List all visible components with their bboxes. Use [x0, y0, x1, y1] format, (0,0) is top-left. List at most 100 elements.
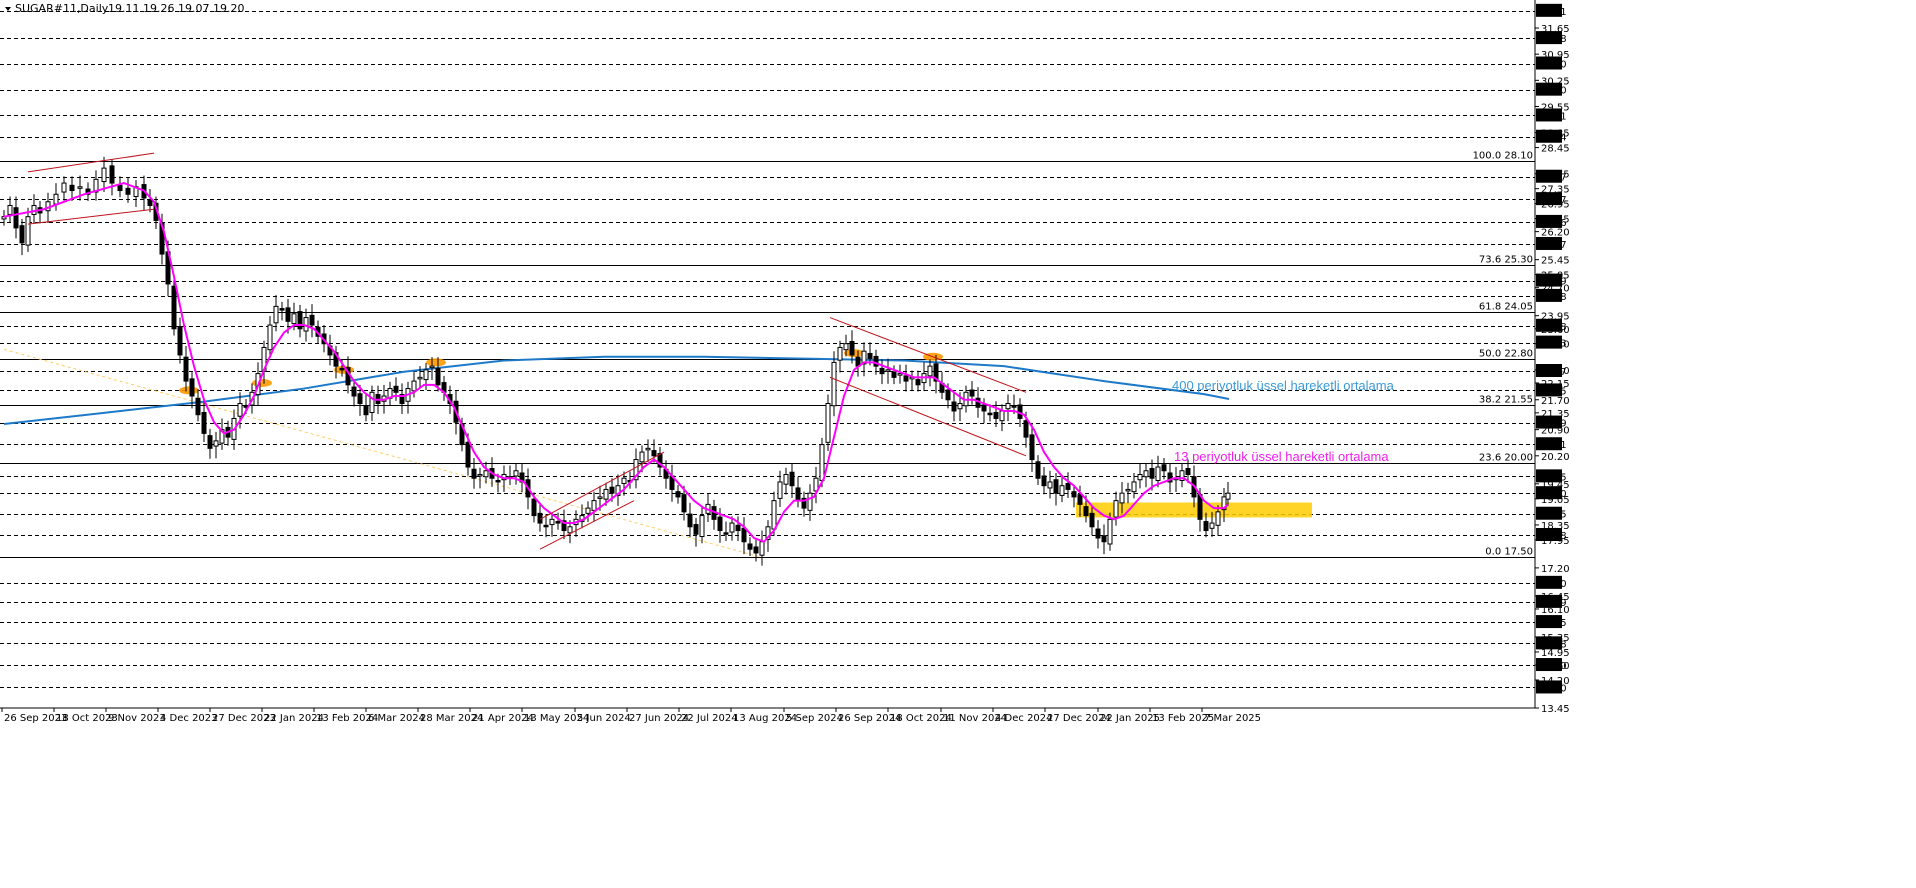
candle-body — [109, 165, 115, 184]
time-tick-label: 22 Jan 2025 — [1100, 713, 1160, 724]
candle-body — [1161, 464, 1167, 472]
candle-body — [25, 216, 31, 246]
candle-body — [681, 494, 687, 513]
candle-body — [915, 379, 921, 386]
candle-body — [237, 403, 243, 417]
price-level-box-label: 14.00 — [1538, 683, 1567, 694]
candle-body — [945, 389, 951, 401]
candle-body — [609, 486, 615, 494]
time-tick-label: 5 Jun 2024 — [577, 713, 631, 724]
candle-body — [783, 473, 789, 485]
price-level-box-label: 27.07 — [1538, 195, 1567, 206]
candle-body — [885, 369, 891, 372]
candle-body — [465, 441, 471, 468]
pivot-marker — [252, 378, 272, 387]
candle-body — [1005, 403, 1011, 410]
candle-body — [1209, 522, 1215, 529]
candle-body — [543, 524, 549, 528]
candle-body — [351, 386, 357, 397]
fib-level-label: 61.8 24.05 — [1479, 302, 1533, 313]
candle-body — [735, 524, 741, 532]
candle-body — [747, 543, 753, 550]
candle-body — [363, 405, 369, 416]
candle-body — [339, 367, 345, 371]
candle-body — [1125, 488, 1131, 492]
candle-body — [651, 450, 657, 457]
candle-body — [981, 404, 987, 412]
candle-body — [1149, 468, 1155, 479]
price-level-box-label: 29.31 — [1538, 111, 1567, 122]
price-level-box-label: 15.75 — [1538, 618, 1567, 629]
candle-body — [1083, 506, 1089, 517]
price-level-box-label: 23.68 — [1538, 322, 1567, 333]
chart-canvas[interactable]: 100.0 28.10 73.6 25.30 61.8 24.05 50.0 22.8… — [0, 0, 1916, 888]
candle-body — [1053, 479, 1059, 494]
candle-body — [309, 314, 315, 326]
fib-level-label: 23.6 20.00 — [1479, 453, 1533, 464]
candle-body — [267, 324, 273, 351]
price-level-box-label: 21.95 — [1538, 386, 1567, 397]
candle-body — [531, 498, 537, 517]
candle-body — [717, 516, 723, 532]
candle-body — [477, 473, 483, 477]
candle-body — [1107, 518, 1113, 545]
candle-body — [201, 411, 207, 434]
candle-body — [1089, 512, 1095, 528]
fib-level-label: 0.0 17.50 — [1485, 547, 1533, 558]
time-tick-label: 6 Mar 2024 — [368, 713, 425, 724]
candle-body — [513, 470, 519, 477]
candle-body — [393, 385, 399, 393]
candle-body — [285, 307, 291, 322]
candle-body — [101, 167, 107, 183]
candle-body — [1215, 511, 1221, 526]
candle-body — [969, 389, 975, 397]
fib-level-label: 38.2 21.55 — [1479, 395, 1533, 406]
candle-body — [1059, 485, 1065, 496]
candle-body — [555, 521, 561, 524]
candle-body — [603, 488, 609, 500]
candle-body — [807, 492, 813, 511]
candle-body — [495, 479, 501, 483]
candle-body — [369, 391, 375, 413]
candle-body — [999, 410, 1005, 422]
candle-body — [1023, 420, 1029, 438]
candle-body — [687, 513, 693, 528]
candle-body — [927, 365, 933, 377]
candle-body — [621, 477, 627, 484]
price-level-box-label: 16.80 — [1538, 579, 1567, 590]
price-tick-label: 20.20 — [1541, 452, 1570, 463]
candle-body — [879, 367, 885, 375]
price-level-box-label: 28.74 — [1538, 133, 1567, 144]
candle-body — [1185, 468, 1191, 475]
time-tick-label: 4 Dec 2024 — [995, 713, 1053, 724]
candle-body — [825, 403, 831, 443]
candle-body — [699, 515, 705, 538]
candle-body — [693, 524, 699, 535]
candle-body — [837, 346, 843, 361]
symbol-label: SUGAR#11,Daily — [15, 2, 109, 15]
fib-level-label: 100.0 28.10 — [1473, 151, 1533, 162]
candle-body — [729, 522, 735, 533]
candle-body — [53, 193, 59, 205]
price-level-box-label: 14.60 — [1538, 661, 1567, 672]
candle-body — [1143, 470, 1149, 478]
ohlc-readout: 19.11 19.26 19.07 19.20 — [108, 2, 244, 15]
price-level-box-label: 25.87 — [1538, 240, 1567, 251]
candle-body — [1101, 535, 1107, 543]
price-level-box-label: 19.65 — [1538, 472, 1567, 483]
candle-body — [549, 518, 555, 526]
price-tick-label: 28.45 — [1541, 144, 1570, 155]
price-level-box-label: 30.00 — [1538, 86, 1567, 97]
candle-body — [741, 527, 747, 543]
candle-body — [1047, 481, 1053, 489]
time-tick-label: 4 Dec 2023 — [160, 713, 218, 724]
candle-body — [903, 375, 909, 382]
candle-body — [795, 487, 801, 502]
candle-body — [279, 308, 285, 311]
price-level-box-label: 26.46 — [1538, 218, 1567, 229]
ema400-annotation: 400 periyotluk üssel hareketli ortalama — [1172, 378, 1395, 393]
price-level-box-label: 30.70 — [1538, 60, 1567, 71]
time-tick-label: 22 Jan 2024 — [264, 713, 324, 724]
candle-body — [987, 412, 993, 416]
candle-body — [771, 500, 777, 530]
